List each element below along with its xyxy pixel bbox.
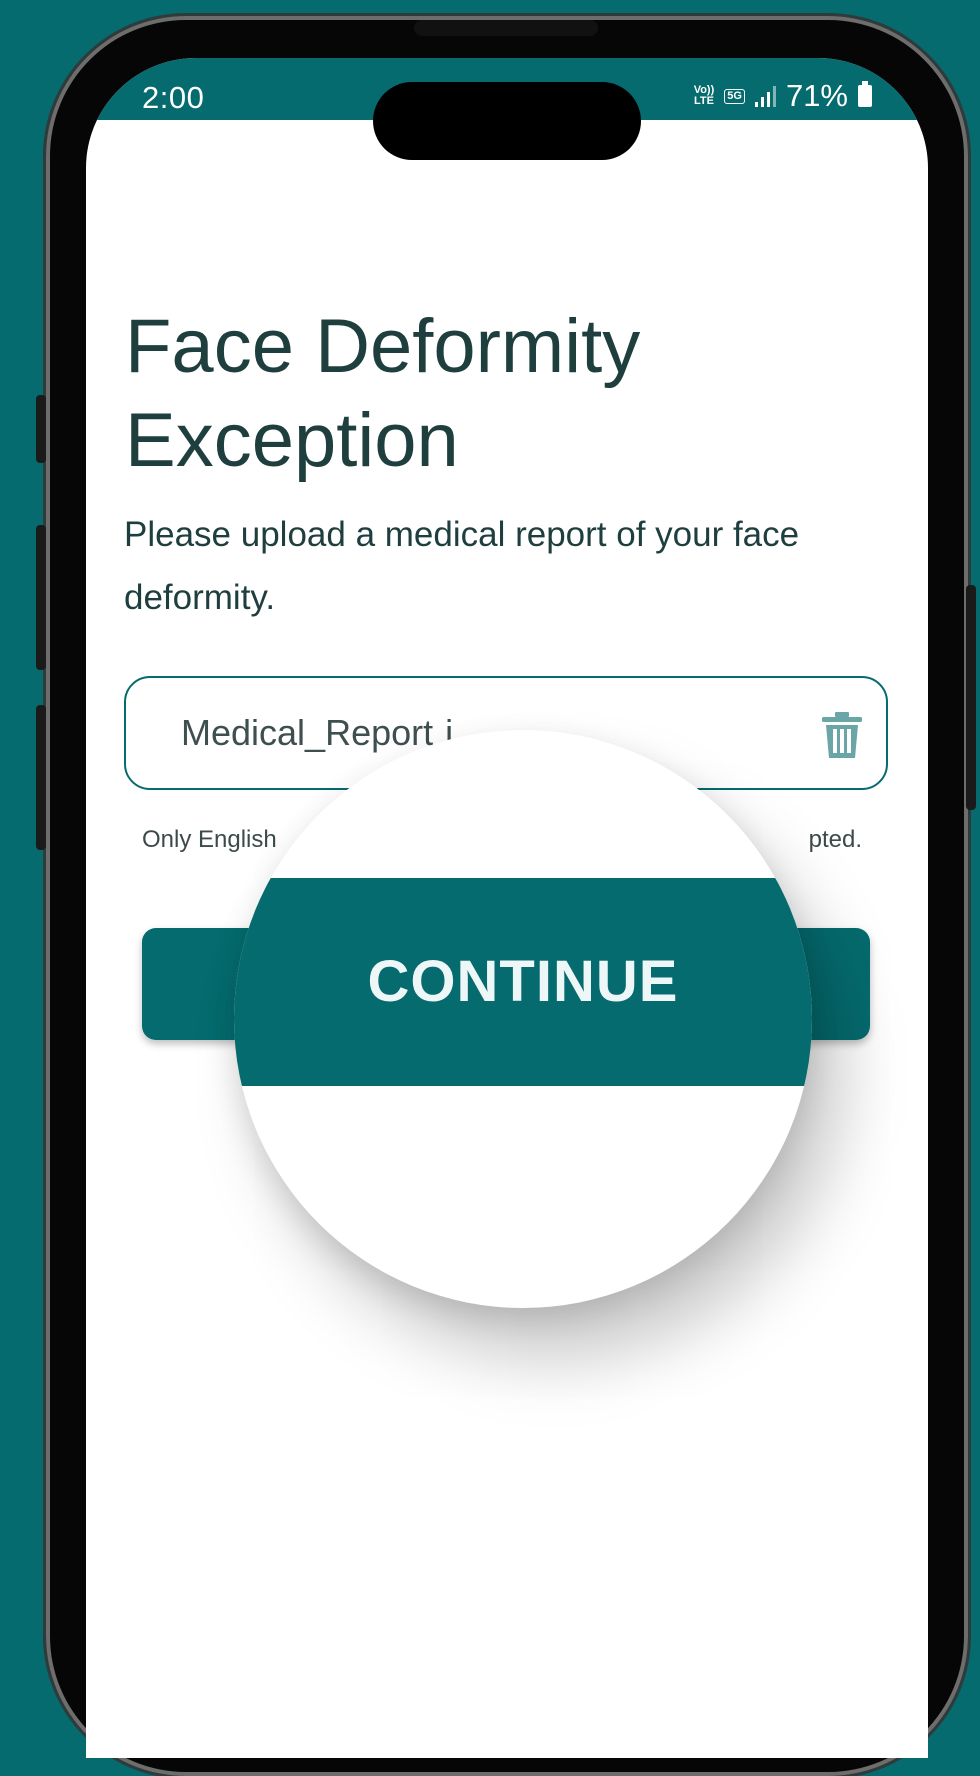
volte-icon: Vo)) LTE (693, 84, 715, 107)
phone-speaker (414, 20, 598, 36)
continue-button[interactable]: CONTINUE (234, 878, 812, 1086)
signal-icon (754, 85, 776, 107)
network-type-badge: 5G (724, 88, 745, 104)
page-description: Please upload a medical report of your f… (124, 515, 800, 617)
phone-side-button (36, 395, 46, 463)
trash-icon[interactable] (820, 710, 864, 760)
phone-volume-down-button (36, 705, 46, 850)
camera-notch (373, 82, 641, 160)
battery-icon (858, 81, 872, 107)
battery-percentage: 71% (785, 78, 848, 113)
phone-power-button (966, 585, 976, 810)
page-title: Face Deformity Exception (125, 304, 641, 483)
status-time: 2:00 (142, 80, 205, 115)
uploaded-file-name: Medical_Report i (181, 712, 454, 753)
status-indicators: Vo)) LTE 5G 71% (694, 78, 872, 114)
phone-volume-up-button (36, 525, 46, 670)
continue-button-label: CONTINUE (367, 949, 679, 1014)
magnifier-overlay: CONTINUE (234, 730, 812, 1308)
